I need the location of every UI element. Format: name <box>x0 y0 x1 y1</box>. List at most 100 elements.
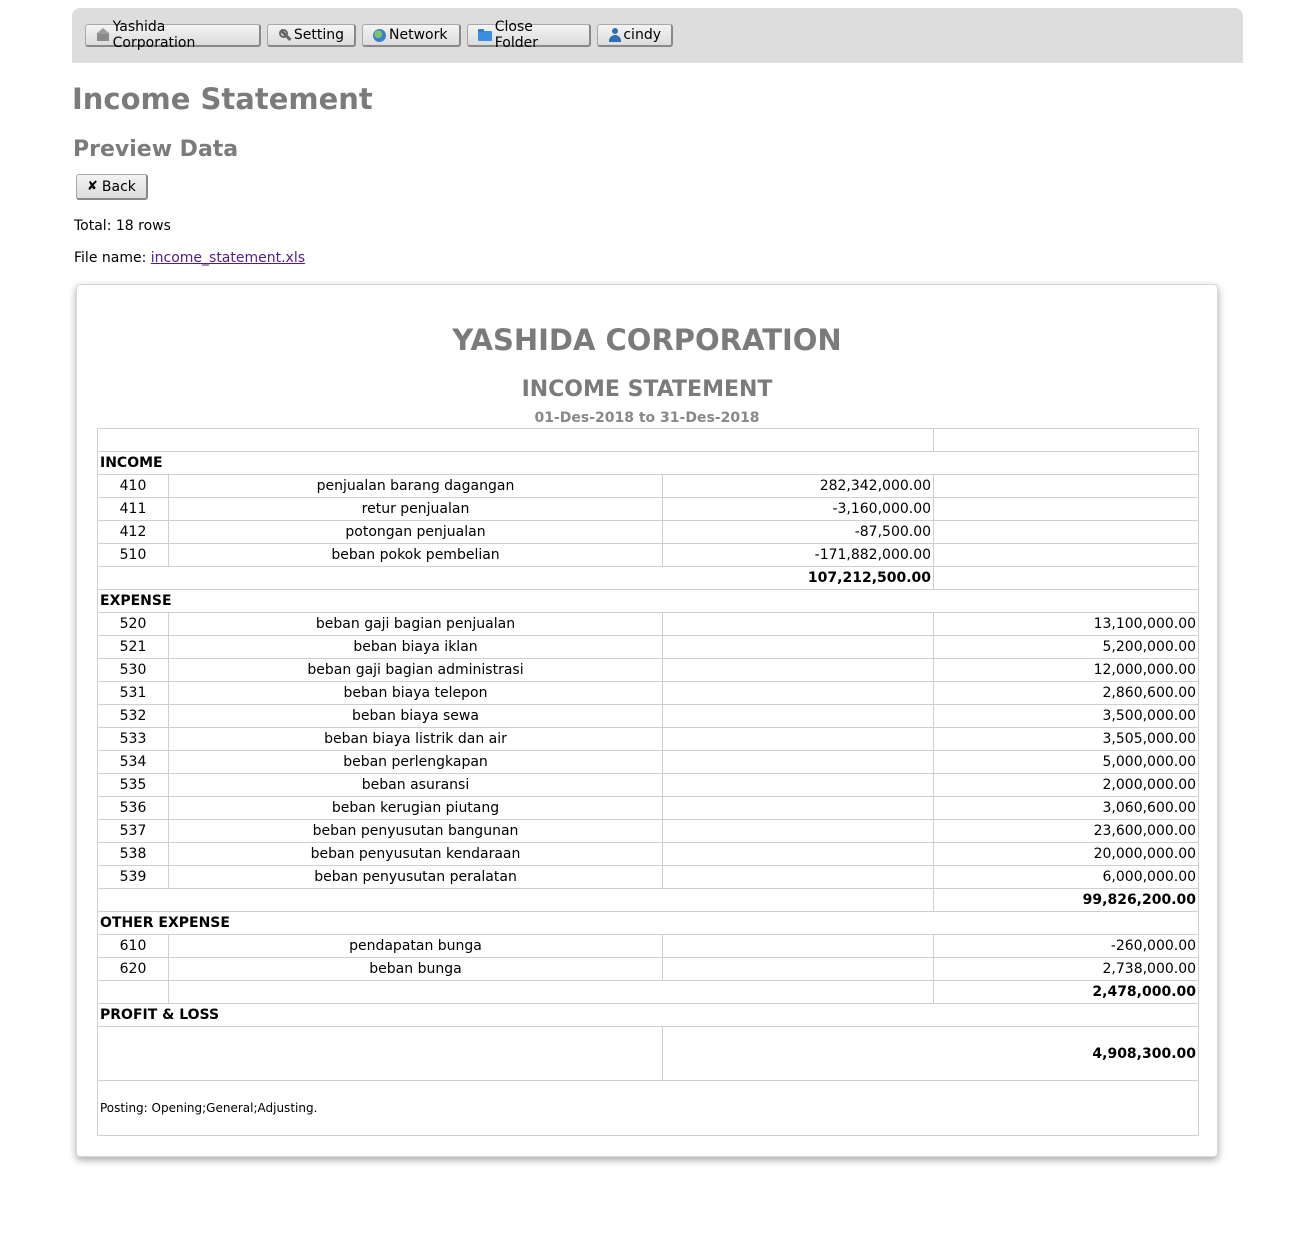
table-row: 537 beban penyusutan bangunan 23,600,000.0… <box>97 819 1200 843</box>
empty-cell <box>661 842 935 866</box>
section-header-row: OTHER EXPENSE <box>96 911 1200 935</box>
account-code: 412 <box>97 520 169 544</box>
user-button[interactable]: cindy <box>597 24 673 47</box>
home-icon <box>96 28 110 42</box>
section-total: 2,478,000.00 <box>933 980 1200 1004</box>
account-code: 410 <box>97 474 169 498</box>
account-name: beban biaya iklan <box>168 635 663 659</box>
account-amount: 282,342,000.00 <box>661 474 935 498</box>
empty-cell <box>933 497 1200 521</box>
account-amount: 3,060,600.00 <box>933 796 1200 820</box>
account-name: beban gaji bagian penjualan <box>168 612 663 636</box>
report-period: 01-Des-2018 to 31-Des-2018 <box>534 410 760 426</box>
empty-cell <box>933 520 1200 544</box>
table-row: 536 beban kerugian piutang 3,060,600.00 <box>97 796 1200 820</box>
empty-cell <box>933 543 1200 567</box>
empty-cell <box>661 865 935 889</box>
account-code: 520 <box>97 612 169 636</box>
empty-cell <box>167 980 935 1004</box>
section-header-row: INCOME <box>96 451 1200 475</box>
file-name-row: File name: income_statement.xls <box>74 250 305 266</box>
account-amount: -3,160,000.00 <box>661 497 935 521</box>
account-amount: 6,000,000.00 <box>933 865 1200 889</box>
section-label: INCOME <box>96 451 1200 475</box>
page-title: Income Statement <box>72 82 373 116</box>
table-row: 411 retur penjualan -3,160,000.00 <box>97 497 1200 521</box>
profit-loss-header-row: PROFIT & LOSS <box>96 1003 1200 1027</box>
account-name: beban gaji bagian administrasi <box>168 658 663 682</box>
network-button[interactable]: Network <box>362 24 461 47</box>
section-total-row: 107,212,500.00 <box>96 566 1200 590</box>
account-code: 620 <box>97 957 169 981</box>
empty-cell <box>933 566 1200 590</box>
empty-cell <box>661 819 935 843</box>
account-amount: 3,505,000.00 <box>933 727 1200 751</box>
nav-button-group: Yashida Corporation Setting Network Clos… <box>85 19 673 51</box>
account-code: 411 <box>97 497 169 521</box>
account-name: beban perlengkapan <box>168 750 663 774</box>
table-row: 412 potongan penjualan -87,500.00 <box>97 520 1200 544</box>
wrench-icon <box>278 28 291 42</box>
profit-loss-label: PROFIT & LOSS <box>96 1003 1200 1027</box>
account-code: 530 <box>97 658 169 682</box>
table-row: 534 beban perlengkapan 5,000,000.00 <box>97 750 1200 774</box>
empty-cell <box>661 612 935 636</box>
account-name: beban bunga <box>168 957 663 981</box>
account-amount: 12,000,000.00 <box>933 658 1200 682</box>
file-name-label: File name: <box>74 250 147 266</box>
total-rows-text: Total: 18 rows <box>74 218 171 234</box>
table-row: 520 beban gaji bagian penjualan 13,100,000… <box>97 612 1200 636</box>
table-row: 410 penjualan barang dagangan 282,342,000.… <box>97 474 1200 498</box>
account-name: beban kerugian piutang <box>168 796 663 820</box>
account-code: 532 <box>97 704 169 728</box>
table-row: 538 beban penyusutan kendaraan 20,000,000.… <box>97 842 1200 866</box>
posting-note: Posting: Opening;General;Adjusting. <box>96 1080 1200 1136</box>
account-amount: -171,882,000.00 <box>661 543 935 567</box>
empty-cell <box>661 704 935 728</box>
section-total: 107,212,500.00 <box>96 566 935 590</box>
page-subtitle: Preview Data <box>73 137 239 162</box>
account-name: retur penjualan <box>168 497 663 521</box>
empty-cell <box>661 934 935 958</box>
empty-cell <box>933 474 1200 498</box>
table-row: 510 beban pokok pembelian -171,882,000.00 <box>97 543 1200 567</box>
profit-loss-row: 4,908,300.00 <box>97 1026 1200 1081</box>
setting-button-label: Setting <box>293 27 344 43</box>
account-name: beban biaya telepon <box>168 681 663 705</box>
account-name: beban penyusutan bangunan <box>168 819 663 843</box>
account-code: 533 <box>97 727 169 751</box>
back-button-label: Back <box>101 178 136 195</box>
account-code: 535 <box>97 773 169 797</box>
account-code: 536 <box>97 796 169 820</box>
empty-cell <box>661 773 935 797</box>
file-name-link[interactable]: income_statement.xls <box>151 250 305 266</box>
account-name: beban biaya listrik dan air <box>168 727 663 751</box>
account-name: beban penyusutan kendaraan <box>168 842 663 866</box>
table-row: 610 pendapatan bunga -260,000.00 <box>97 934 1200 958</box>
account-name: potongan penjualan <box>168 520 663 544</box>
empty-cell <box>661 796 935 820</box>
section-total-row: 2,478,000.00 <box>97 980 1200 1004</box>
user-icon <box>608 28 622 42</box>
account-code: 537 <box>97 819 169 843</box>
section-total: 99,826,200.00 <box>933 888 1200 912</box>
report-company: YASHIDA CORPORATION <box>452 323 842 357</box>
report-title: INCOME STATEMENT <box>521 377 773 402</box>
company-button[interactable]: Yashida Corporation <box>85 19 261 51</box>
account-amount: 20,000,000.00 <box>933 842 1200 866</box>
posting-row: Posting: Opening;General;Adjusting. <box>96 1080 1200 1136</box>
empty-cell <box>97 980 169 1004</box>
close-folder-button[interactable]: Close Folder <box>467 19 591 51</box>
account-name: beban asuransi <box>168 773 663 797</box>
account-code: 510 <box>97 543 169 567</box>
table-row: 530 beban gaji bagian administrasi 12,000,… <box>97 658 1200 682</box>
back-button[interactable]: ✘ Back <box>76 174 148 200</box>
income-statement-table: INCOME 410 penjualan barang dagangan 282,34… <box>96 428 1200 1136</box>
setting-button[interactable]: Setting <box>267 24 356 47</box>
section-total-row: 99,826,200.00 <box>96 888 1200 912</box>
table-row: 620 beban bunga 2,738,000.00 <box>97 957 1200 981</box>
empty-cell <box>661 658 935 682</box>
empty-cell <box>661 957 935 981</box>
account-amount: 2,738,000.00 <box>933 957 1200 981</box>
profit-loss-value: 4,908,300.00 <box>661 1026 1200 1081</box>
